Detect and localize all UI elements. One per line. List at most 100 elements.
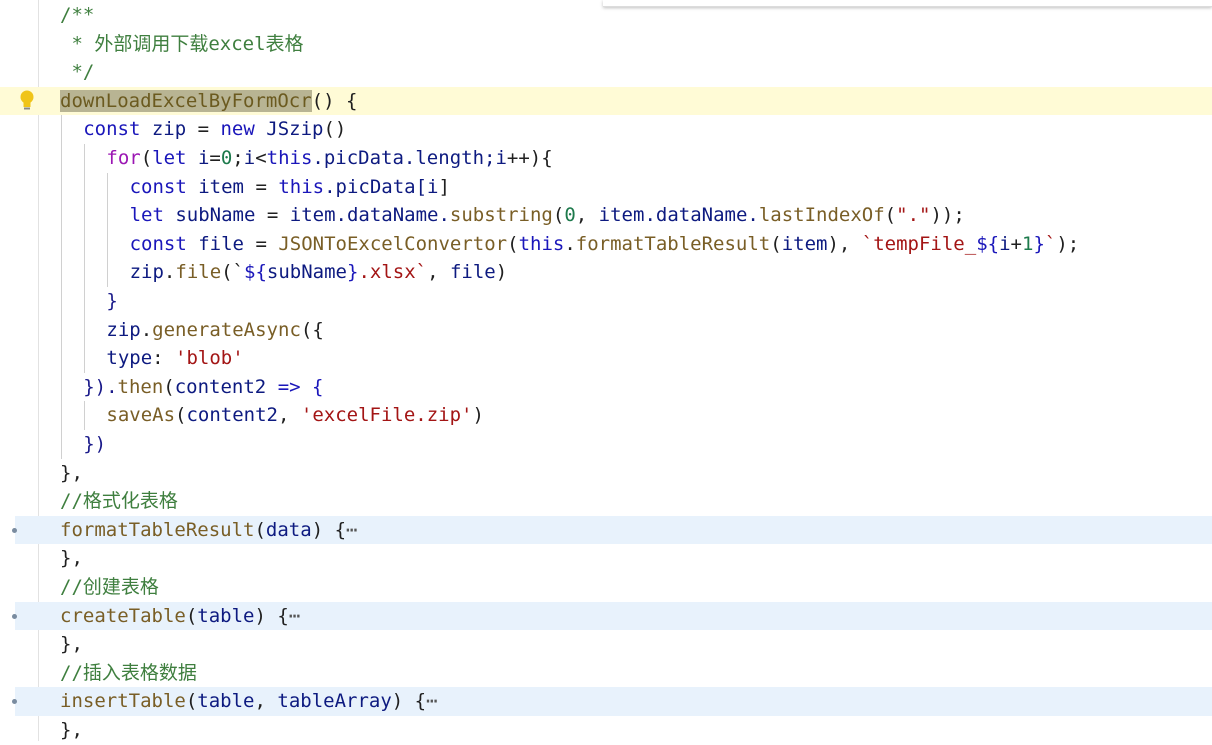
code-text[interactable]: zip.generateAsync({ — [106, 316, 323, 345]
code-text[interactable]: }, — [60, 544, 83, 573]
code-token: this — [278, 175, 325, 198]
current-code-line[interactable]: downLoadExcelByFormOcr() { — [0, 86, 1212, 116]
code-line[interactable]: let subName = item.dataName.substring(0,… — [0, 201, 1212, 230]
code-text[interactable]: //插入表格数据 — [60, 659, 197, 688]
code-token: ), — [827, 232, 862, 255]
code-text[interactable]: zip.file(`${subName}.xlsx`, file) — [130, 258, 508, 287]
code-line[interactable]: saveAs(content2, 'excelFile.zip') — [0, 401, 1212, 430]
code-token: table — [197, 604, 255, 627]
folded-code-line[interactable]: createTable(table) {⋯ — [12, 601, 1212, 631]
code-line[interactable]: for(let i=0;i<this.picData.length;i++){ — [0, 144, 1212, 173]
code-line[interactable]: type: 'blob' — [0, 344, 1212, 373]
code-token: => { — [266, 375, 324, 398]
code-token: ) — [472, 404, 484, 427]
code-text[interactable]: for(let i=0;i<this.picData.length;i++){ — [106, 144, 552, 173]
code-line[interactable]: //格式化表格 — [0, 487, 1212, 516]
code-editor[interactable]: /** * 外部调用下载excel表格 */ downLoadExcelByFor… — [0, 0, 1212, 741]
code-token: file — [175, 261, 222, 284]
code-text[interactable]: */ — [60, 58, 94, 87]
code-text[interactable]: } — [106, 287, 117, 316]
code-token: formatTableResult — [575, 232, 771, 255]
code-text[interactable]: formatTableResult(data) {⋯ — [60, 516, 357, 545]
code-token: zip — [129, 261, 164, 284]
code-line[interactable]: } — [0, 287, 1212, 316]
code-line[interactable]: const item = this.picData[i] — [0, 172, 1212, 202]
code-line[interactable]: const zip = new JSzip() — [0, 115, 1212, 144]
code-token: ++){ — [506, 147, 553, 169]
overlay-panel-edge — [603, 0, 1212, 7]
folded-code-line[interactable]: insertTable(table, tableArray) {⋯ — [12, 687, 1212, 716]
code-token: ( — [163, 375, 175, 398]
code-text[interactable]: //创建表格 — [60, 573, 159, 602]
code-line[interactable]: }, — [0, 716, 1212, 745]
code-text[interactable]: let subName = item.dataName.substring(0,… — [130, 201, 965, 230]
code-line[interactable]: */ — [0, 58, 1212, 87]
code-token: * 外部调用下载excel表格 — [60, 32, 304, 55]
lightbulb-icon[interactable] — [17, 89, 37, 113]
code-line[interactable]: }) — [0, 430, 1212, 459]
code-line[interactable]: }, — [0, 544, 1212, 573]
fold-collapsed-icon[interactable] — [12, 527, 17, 533]
code-token: this — [266, 147, 313, 169]
code-token: "." — [896, 204, 931, 227]
code-token: content2 — [186, 404, 278, 427]
code-token: item — [198, 175, 244, 198]
folded-code-ellipsis[interactable]: ⋯ — [289, 605, 300, 627]
code-token: data — [265, 518, 312, 541]
code-token: 0 — [564, 204, 576, 227]
code-line[interactable]: //创建表格 — [0, 573, 1212, 602]
code-token: ( — [175, 404, 187, 427]
code-token: , — [427, 261, 450, 284]
code-token: subName — [175, 204, 256, 227]
code-token: new — [220, 118, 267, 141]
code-text[interactable]: }, — [60, 459, 83, 488]
indent-guide — [61, 229, 62, 259]
code-text[interactable]: const zip = new JSzip() — [83, 115, 346, 144]
code-token: item — [598, 204, 645, 227]
code-text[interactable]: const file = JSONToExcelConvertor(this.f… — [130, 230, 1080, 259]
folded-code-ellipsis[interactable]: ⋯ — [426, 690, 437, 712]
code-token: formatTableResult — [60, 518, 255, 541]
folded-code-ellipsis[interactable]: ⋯ — [346, 519, 357, 541]
code-text[interactable]: createTable(table) {⋯ — [60, 602, 300, 631]
code-text[interactable]: }) — [83, 430, 106, 459]
code-token: }, — [60, 633, 83, 656]
code-token: //格式化表格 — [60, 490, 178, 513]
code-token: = — [244, 175, 279, 198]
code-token: () — [323, 118, 347, 141]
code-token: } — [1033, 232, 1045, 255]
code-token: )); — [930, 204, 965, 227]
code-token: //插入表格数据 — [60, 661, 197, 684]
code-text[interactable]: }, — [60, 630, 83, 659]
code-text[interactable]: * 外部调用下载excel表格 — [60, 30, 304, 59]
fold-collapsed-icon[interactable] — [12, 699, 17, 705]
code-line[interactable]: zip.file(`${subName}.xlsx`, file) — [0, 258, 1212, 287]
indent-guide — [61, 344, 62, 373]
code-line[interactable]: * 外部调用下载excel表格 — [0, 30, 1212, 59]
code-token: ( — [770, 232, 782, 255]
code-line[interactable]: //插入表格数据 — [0, 659, 1212, 688]
code-line[interactable]: }, — [0, 630, 1212, 659]
code-text[interactable]: const item = this.picData[i] — [130, 173, 450, 202]
code-text[interactable]: }).then(content2 => { — [83, 373, 323, 402]
code-token: 0 — [220, 147, 233, 169]
code-text[interactable]: //格式化表格 — [60, 487, 178, 516]
code-line[interactable]: const file = JSONToExcelConvertor(this.f… — [0, 229, 1212, 259]
fold-collapsed-icon[interactable] — [12, 613, 17, 619]
code-token: : — [152, 347, 176, 370]
code-line[interactable]: zip.generateAsync({ — [0, 315, 1212, 345]
code-text[interactable]: /** — [60, 1, 94, 30]
code-text[interactable]: type: 'blob' — [106, 344, 243, 373]
code-token: } — [106, 290, 118, 312]
code-line[interactable]: }).then(content2 => { — [0, 372, 1212, 402]
code-line[interactable]: }, — [0, 459, 1212, 488]
code-text[interactable]: downLoadExcelByFormOcr() { — [60, 87, 357, 116]
indent-guide — [61, 372, 62, 402]
folded-code-line[interactable]: formatTableResult(data) {⋯ — [12, 515, 1212, 545]
code-text[interactable]: saveAs(content2, 'excelFile.zip') — [106, 401, 484, 430]
code-token: type — [106, 347, 153, 370]
code-token: ( — [185, 604, 198, 627]
code-text[interactable]: insertTable(table, tableArray) {⋯ — [60, 687, 438, 716]
code-text[interactable]: }, — [60, 716, 83, 745]
code-token: }). — [83, 375, 118, 398]
